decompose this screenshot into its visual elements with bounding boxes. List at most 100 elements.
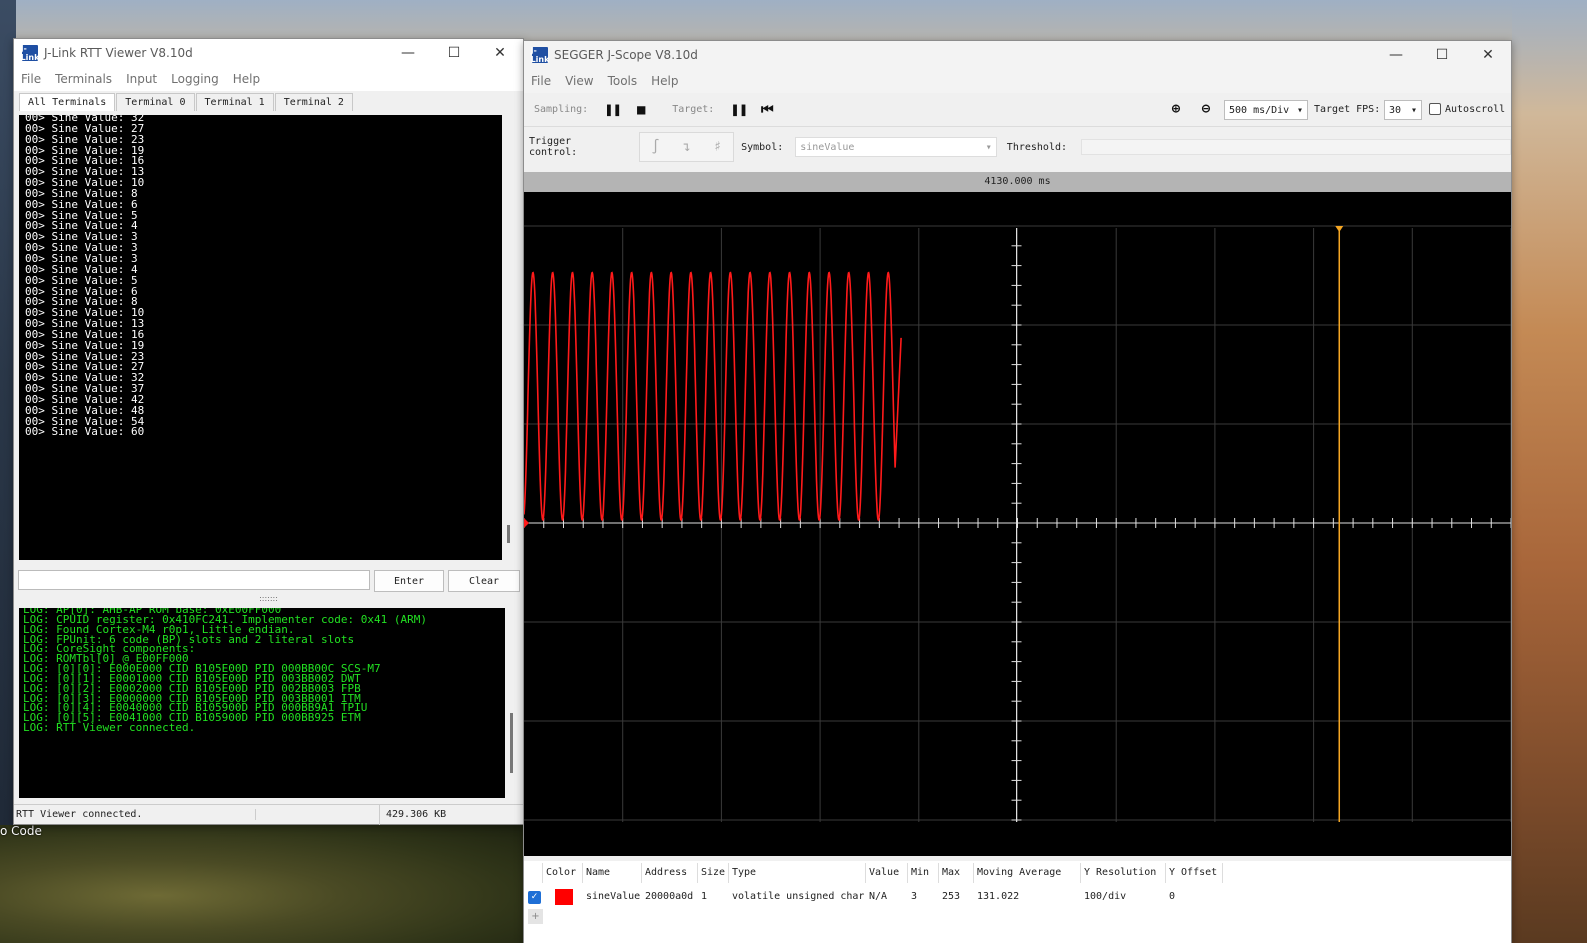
time-div-value: 500 ms/Div	[1229, 104, 1290, 116]
trace-origin-marker	[524, 518, 529, 528]
desktop-icon-label[interactable]: o Code	[0, 824, 42, 838]
zoom-in-icon[interactable]: ⊕	[1167, 100, 1185, 118]
rtt-titlebar[interactable]: J-Link J-Link RTT Viewer V8.10d — ☐ ✕	[14, 39, 523, 67]
target-label: Target:	[672, 104, 715, 115]
cell-min: 3	[911, 891, 918, 902]
column-separator[interactable]	[938, 863, 939, 883]
menu-view[interactable]: View	[558, 74, 600, 88]
column-header[interactable]: Y Resolution	[1084, 867, 1156, 878]
chevron-down-icon: ▾	[1296, 104, 1303, 116]
threshold-label: Threshold:	[1006, 141, 1068, 153]
target-fps-select[interactable]: 30 ▾	[1384, 100, 1422, 120]
target-fps-value: 30	[1389, 104, 1402, 116]
tab-terminal-2[interactable]: Terminal 2	[274, 93, 353, 111]
menu-tools[interactable]: Tools	[601, 74, 645, 88]
terminal-output[interactable]: 00> Sine Value: 32 00> Sine Value: 27 00> …	[19, 115, 502, 560]
trigger-mode-group: ∫ ↴ ♯	[639, 132, 735, 162]
time-div-select[interactable]: 500 ms/Div ▾	[1224, 100, 1308, 120]
column-separator[interactable]	[865, 863, 866, 883]
autoscroll-checkbox[interactable]	[1429, 103, 1441, 115]
tab-terminal-1[interactable]: Terminal 1	[195, 93, 274, 111]
column-header[interactable]: Y Offset	[1169, 867, 1217, 878]
add-symbol-button[interactable]: +	[528, 909, 543, 924]
minimize-icon[interactable]: —	[385, 39, 431, 67]
column-header[interactable]: Min	[911, 867, 929, 878]
sampling-stop-icon[interactable]: ■	[632, 101, 650, 119]
jscope-window: J-Link SEGGER J-Scope V8.10d — ☐ ✕ File …	[523, 40, 1512, 943]
jscope-menubar: File View Tools Help	[524, 69, 1511, 93]
trigger-row: Trigger control: ∫ ↴ ♯ Symbol: sineValue…	[524, 127, 1511, 167]
trigger-both-icon[interactable]: ♯	[702, 133, 733, 161]
symbol-visible-checkbox[interactable]: ✓	[528, 891, 541, 904]
column-separator[interactable]	[697, 863, 698, 883]
cursor-marker-icon	[1335, 226, 1344, 232]
menu-help[interactable]: Help	[226, 72, 267, 86]
clear-button[interactable]: Clear	[448, 570, 520, 592]
enter-button[interactable]: Enter	[374, 570, 444, 592]
menu-input[interactable]: Input	[119, 72, 164, 86]
input-row: Enter Clear	[18, 570, 521, 592]
threshold-input[interactable]	[1081, 139, 1511, 155]
symbol-label: Symbol:	[741, 141, 784, 153]
trigger-rising-icon[interactable]: ∫	[640, 133, 671, 161]
cell-y-resolution: 100/div	[1084, 891, 1127, 902]
column-separator[interactable]	[582, 863, 583, 883]
desktop-wallpaper-right	[1512, 0, 1587, 943]
column-separator[interactable]	[728, 863, 729, 883]
rtt-menubar: File Terminals Input Logging Help	[14, 67, 523, 91]
close-icon[interactable]: ✕	[477, 39, 523, 67]
column-header[interactable]: Size	[701, 867, 725, 878]
sinevalue-trace	[523, 271, 902, 522]
symbol-select[interactable]: sineValue ▾	[795, 137, 997, 157]
maximize-icon[interactable]: ☐	[1419, 41, 1465, 69]
target-reset-icon[interactable]: ⏮	[758, 101, 776, 119]
column-separator[interactable]	[1222, 863, 1223, 883]
terminal-input[interactable]	[18, 570, 370, 590]
column-separator[interactable]	[542, 863, 543, 883]
column-separator[interactable]	[641, 863, 642, 883]
target-pause-icon[interactable]: ❚❚	[730, 101, 748, 119]
menu-help[interactable]: Help	[644, 74, 685, 88]
tab-terminal-0[interactable]: Terminal 0	[116, 93, 195, 111]
log-output[interactable]: LOG: AP[0]: AHB-AP ROM base: 0xE00FF000 L…	[19, 608, 505, 798]
tab-all-terminals[interactable]: All Terminals	[19, 93, 116, 111]
autoscroll-label: Autoscroll	[1445, 104, 1506, 115]
scope-plot[interactable]	[523, 192, 1512, 856]
column-header[interactable]: Name	[586, 867, 610, 878]
menu-terminals[interactable]: Terminals	[48, 72, 119, 86]
column-header[interactable]: Moving Average	[977, 867, 1061, 878]
maximize-icon[interactable]: ☐	[431, 39, 477, 67]
target-fps-label: Target FPS:	[1314, 104, 1381, 115]
column-header[interactable]: Value	[869, 867, 899, 878]
column-header[interactable]: Address	[645, 867, 687, 878]
terminal-line: 00> Sine Value: 60	[25, 425, 145, 439]
log-scrollbar[interactable]	[505, 608, 519, 798]
close-icon[interactable]: ✕	[1465, 41, 1511, 69]
sampling-pause-icon[interactable]: ❚❚	[604, 101, 622, 119]
column-header[interactable]: Type	[732, 867, 756, 878]
symbol-color-swatch[interactable]	[555, 889, 573, 905]
column-separator[interactable]	[973, 863, 974, 883]
column-header[interactable]: Max	[942, 867, 960, 878]
desktop-wallpaper	[0, 825, 525, 943]
column-separator[interactable]	[907, 863, 908, 883]
zoom-out-icon[interactable]: ⊖	[1197, 100, 1215, 118]
jscope-window-title: SEGGER J-Scope V8.10d	[554, 48, 698, 62]
log-scroll-thumb[interactable]	[510, 713, 513, 773]
trigger-falling-icon[interactable]: ↴	[671, 133, 702, 161]
column-header[interactable]: Color	[546, 867, 576, 878]
cell-name: sineValue	[586, 891, 641, 902]
menu-logging[interactable]: Logging	[164, 72, 226, 86]
menu-file[interactable]: File	[524, 74, 558, 88]
pane-splitter[interactable]: :::::::	[14, 595, 523, 605]
jscope-titlebar[interactable]: J-Link SEGGER J-Scope V8.10d — ☐ ✕	[524, 41, 1511, 69]
status-spacer	[256, 804, 380, 825]
scope-plot-svg[interactable]	[523, 192, 1512, 856]
column-separator[interactable]	[1080, 863, 1081, 883]
terminal-scrollbar[interactable]	[502, 115, 516, 560]
scroll-thumb[interactable]	[507, 525, 510, 543]
column-separator[interactable]	[1165, 863, 1166, 883]
minimize-icon[interactable]: —	[1373, 41, 1419, 69]
menu-file[interactable]: File	[14, 72, 48, 86]
cell-address: 20000a0d	[645, 891, 694, 902]
